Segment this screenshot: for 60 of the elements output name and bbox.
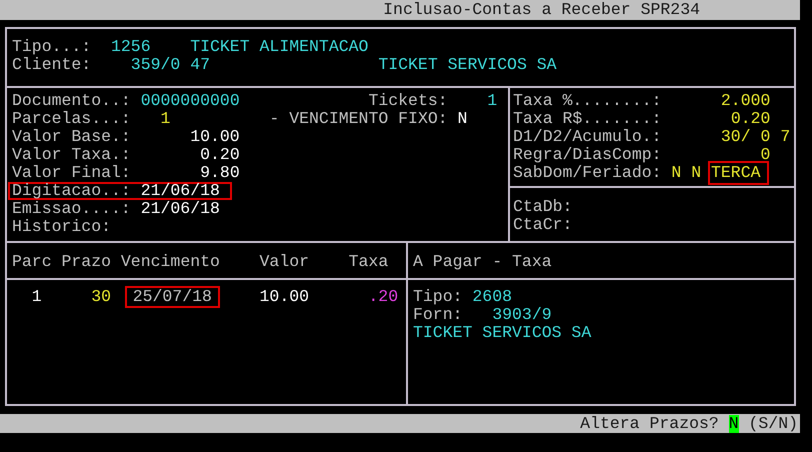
window-title: Inclusao-Contas a Receber SPR234 [383, 1, 700, 19]
field-value: 0000000000 [140, 92, 240, 110]
column-header: Prazo [62, 253, 112, 271]
table-cell: 30 [91, 288, 112, 306]
field-value: 3903/9 [492, 306, 552, 324]
field-value: 21/06/18 [140, 184, 220, 198]
field-value: 9.80 [199, 164, 240, 182]
column-header: Parc [12, 253, 53, 271]
field-label: Valor Base.: [12, 128, 131, 146]
field-value: TERCA [711, 164, 766, 182]
field-value: 0.20 [199, 146, 240, 164]
field-label: Valor Taxa.: [12, 146, 131, 164]
field-value: 21/06/18 [140, 200, 220, 218]
field-value: 1 [160, 110, 170, 128]
answer-field[interactable]: N [728, 414, 739, 432]
table-cell-text: 10.00 [260, 288, 310, 306]
field-label: Taxa %........: [513, 92, 662, 110]
field-label: Taxa R$.......: [513, 110, 662, 128]
table-cell: 25/07/18 [126, 288, 218, 306]
field-value: 10.00 [189, 128, 240, 146]
column-header: Valor [260, 253, 310, 271]
field-label: Documento..: [12, 92, 131, 110]
field-label: D1/D2/Acumulo.: [513, 128, 662, 146]
field-value: TICKET SERVICOS SA [378, 56, 557, 74]
field-label: Valor Final: [12, 164, 131, 182]
field-value: 0 [760, 146, 770, 164]
field-label: SabDom/Feriado: [513, 164, 662, 182]
field-label: CtaDb: [513, 198, 572, 216]
field-value: N [671, 164, 682, 182]
field-value: 7 [780, 128, 790, 146]
field-label: CtaCr: [513, 216, 572, 234]
field-label: Historico: [12, 218, 112, 236]
field-value: TICKET ALIMENTACAO [190, 38, 368, 56]
field-value: TICKET SERVICOS SA [413, 324, 592, 342]
field-value: N [691, 164, 702, 182]
field-value: N [458, 110, 468, 128]
field-label: Cliente: [12, 56, 92, 74]
field-value: 1 [486, 92, 498, 110]
field-label: Tipo: [413, 288, 463, 306]
field-value: 359/0 47 [130, 56, 210, 74]
field-value: 2608 [472, 288, 512, 306]
table-cell: 1 [32, 288, 42, 306]
column-header: Taxa [348, 253, 390, 271]
field-label: Regra/DiasComp: [513, 146, 662, 164]
field-label: Emissao....: [12, 200, 131, 218]
field-value: 30/ 0 [720, 128, 770, 146]
field-label: Parcelas...: [12, 110, 131, 128]
section-title: A Pagar - Taxa [413, 253, 553, 271]
column-header: Vencimento [120, 253, 221, 271]
table-cell: .20 [368, 288, 398, 306]
field-value: 1256 [111, 38, 151, 56]
field-label: Tickets: [367, 92, 448, 110]
field-label: - VENCIMENTO FIXO: [269, 110, 448, 128]
field-label: Digitacao..: [12, 184, 131, 198]
options-text: (S/N) [748, 414, 798, 432]
field-label: Forn: [413, 306, 463, 324]
field-value: 0.20 [730, 110, 770, 128]
prompt-text: Altera Prazos? [580, 414, 719, 432]
field-label: Tipo...: [12, 38, 92, 56]
field-value: 2.000 [720, 92, 770, 110]
